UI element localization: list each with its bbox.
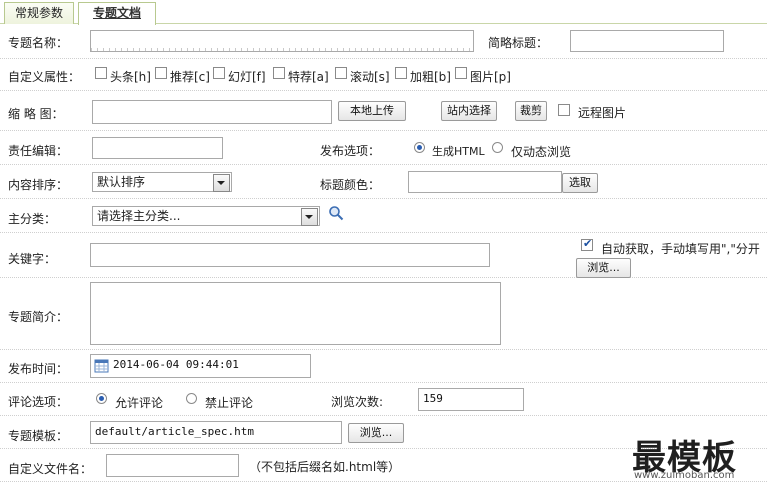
keywords-label: 关键字： xyxy=(8,252,57,266)
auto-fetch-label: 自动获取，手动填写用","分开 xyxy=(601,242,760,256)
auto-fetch-checkbox[interactable] xyxy=(581,237,593,251)
attr-checkbox[interactable] xyxy=(155,67,167,79)
publish-dynamic-label: 仅动态浏览 xyxy=(511,145,572,159)
category-select-value: 请选择主分类... xyxy=(97,209,181,223)
attr-checkbox-label: 加粗[b] xyxy=(410,70,451,84)
attr-checkbox[interactable] xyxy=(273,67,285,79)
attr-checkbox[interactable] xyxy=(395,67,407,79)
thumb-input[interactable] xyxy=(92,100,332,124)
keywords-input[interactable] xyxy=(90,243,490,267)
attr-checkbox[interactable] xyxy=(213,67,225,79)
publish-label: 发布选项： xyxy=(320,144,381,158)
template-input[interactable]: default/article_spec.htm xyxy=(90,421,342,444)
comment-label: 评论选项： xyxy=(8,395,69,409)
chevron-down-icon xyxy=(301,208,318,226)
summary-textarea[interactable] xyxy=(90,282,501,345)
attr-checkbox-label: 头条[h] xyxy=(110,70,151,84)
crop-button[interactable]: 裁剪 xyxy=(515,101,547,121)
template-value: default/article_spec.htm xyxy=(95,425,254,438)
title-label: 专题名称： xyxy=(8,36,69,50)
category-select[interactable]: 请选择主分类... xyxy=(92,206,320,226)
template-label: 专题模板： xyxy=(8,429,69,443)
upload-button[interactable]: 本地上传 xyxy=(338,101,406,121)
calendar-icon[interactable] xyxy=(94,358,109,373)
color-label: 标题颜色： xyxy=(320,178,381,192)
publish-html-label: 生成HTML xyxy=(432,145,485,158)
attr-checkbox-label: 滚动[s] xyxy=(350,70,390,84)
search-icon[interactable] xyxy=(328,205,344,221)
filename-hint: （不包括后缀名如.html等） xyxy=(249,460,401,474)
comment-allow-radio[interactable] xyxy=(96,393,107,404)
site-select-button[interactable]: 站内选择 xyxy=(441,101,497,121)
publish-dynamic-radio[interactable] xyxy=(492,142,503,153)
attr-checkbox-label: 幻灯[f] xyxy=(228,70,266,84)
sort-label: 内容排序： xyxy=(8,178,69,192)
remote-image-checkbox[interactable] xyxy=(558,104,570,116)
short-title-input[interactable] xyxy=(570,30,724,52)
pubtime-label: 发布时间： xyxy=(8,362,69,376)
category-label: 主分类： xyxy=(8,212,57,226)
tab-topic-docs[interactable]: 专题文档 xyxy=(78,2,156,25)
attr-checkbox-label: 推荐[c] xyxy=(170,70,210,84)
thumb-label: 缩 略 图： xyxy=(8,107,64,121)
attr-label: 自定义属性： xyxy=(8,70,81,84)
attr-checkbox-label: 图片[p] xyxy=(470,70,511,84)
keywords-browse-button[interactable]: 浏览... xyxy=(576,258,631,278)
sort-select-value: 默认排序 xyxy=(97,175,146,189)
views-label: 浏览次数: xyxy=(331,395,384,409)
comment-deny-label: 禁止评论 xyxy=(205,396,254,410)
watermark-url: www.zuimoban.com xyxy=(634,470,735,481)
template-browse-button[interactable]: 浏览... xyxy=(348,423,404,443)
views-value: 159 xyxy=(423,392,443,405)
remote-image-label: 远程图片 xyxy=(578,106,627,120)
attr-checkbox[interactable] xyxy=(95,67,107,79)
pubtime-input[interactable]: 2014-06-04 09:44:01 xyxy=(90,354,311,378)
editor-input[interactable] xyxy=(92,137,223,159)
title-input[interactable] xyxy=(90,30,474,52)
comment-deny-radio[interactable] xyxy=(186,393,197,404)
attr-checkbox[interactable] xyxy=(455,67,467,79)
summary-label: 专题简介： xyxy=(8,310,69,324)
color-pick-button[interactable]: 选取 xyxy=(562,173,598,193)
filename-input[interactable] xyxy=(106,454,239,477)
pubtime-value: 2014-06-04 09:44:01 xyxy=(113,358,239,371)
sort-select[interactable]: 默认排序 xyxy=(92,172,232,192)
tab-general-params[interactable]: 常规参数 xyxy=(4,2,74,24)
comment-allow-label: 允许评论 xyxy=(115,396,164,410)
title-color-input[interactable] xyxy=(408,171,562,193)
publish-html-radio[interactable] xyxy=(414,142,425,153)
filename-label: 自定义文件名： xyxy=(8,462,93,476)
editor-label: 责任编辑： xyxy=(8,144,69,158)
short-title-label: 简略标题： xyxy=(488,36,549,50)
views-input[interactable]: 159 xyxy=(418,388,524,411)
attr-checkbox[interactable] xyxy=(335,67,347,79)
chevron-down-icon xyxy=(213,174,230,192)
attr-checkbox-label: 特荐[a] xyxy=(288,70,329,84)
